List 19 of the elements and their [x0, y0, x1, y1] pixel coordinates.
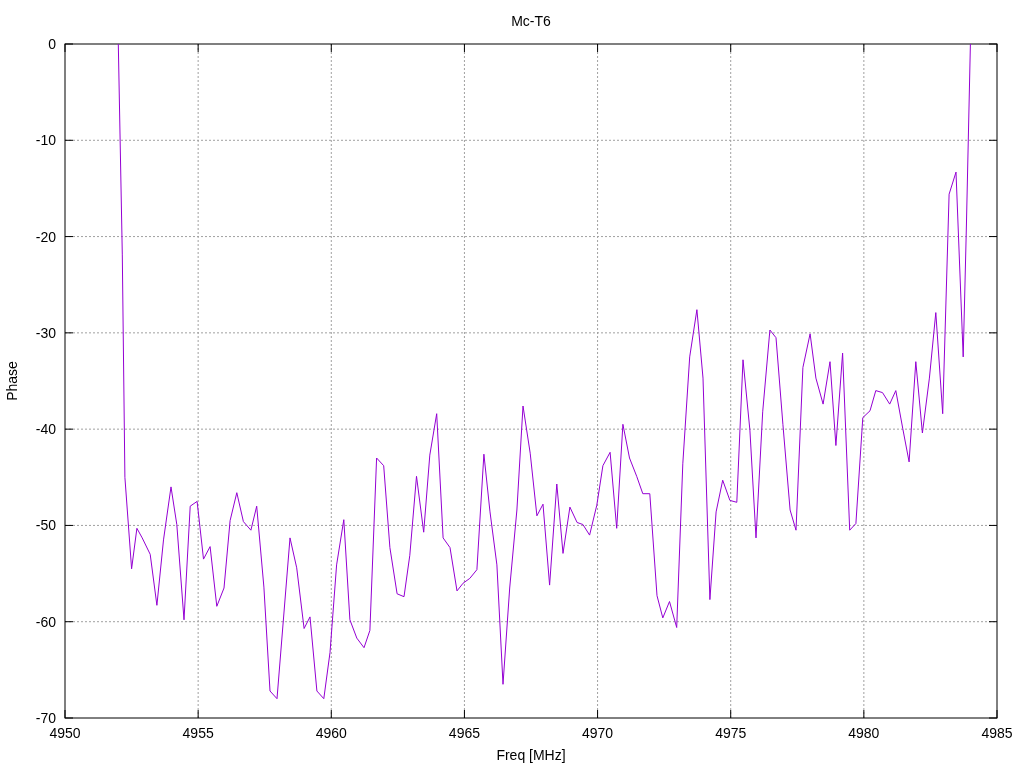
x-tick-label: 4955 [182, 725, 214, 741]
x-tick-label: 4950 [49, 725, 81, 741]
y-axis-title: Phase [4, 361, 20, 401]
y-tick-label: -60 [35, 613, 56, 630]
y-tick-label: -20 [35, 228, 56, 245]
x-tick-label: 4970 [582, 725, 614, 741]
y-tick-label: 0 [48, 36, 56, 52]
y-tick-label: -10 [35, 132, 56, 149]
x-tick-label: 4965 [448, 725, 480, 741]
x-tick-label: 4985 [981, 725, 1013, 741]
x-tick-label: 4960 [315, 725, 347, 741]
y-tick-label: -70 [35, 710, 56, 726]
y-tick-label: -50 [35, 517, 56, 534]
chart-title: Mc-T6 [511, 13, 551, 29]
y-tick-label: -40 [35, 421, 56, 438]
x-axis-title: Freq [MHz] [496, 747, 566, 763]
x-tick-label: 4975 [715, 725, 747, 741]
x-tick-label: 4980 [848, 725, 880, 741]
y-tick-label: -30 [35, 324, 56, 341]
